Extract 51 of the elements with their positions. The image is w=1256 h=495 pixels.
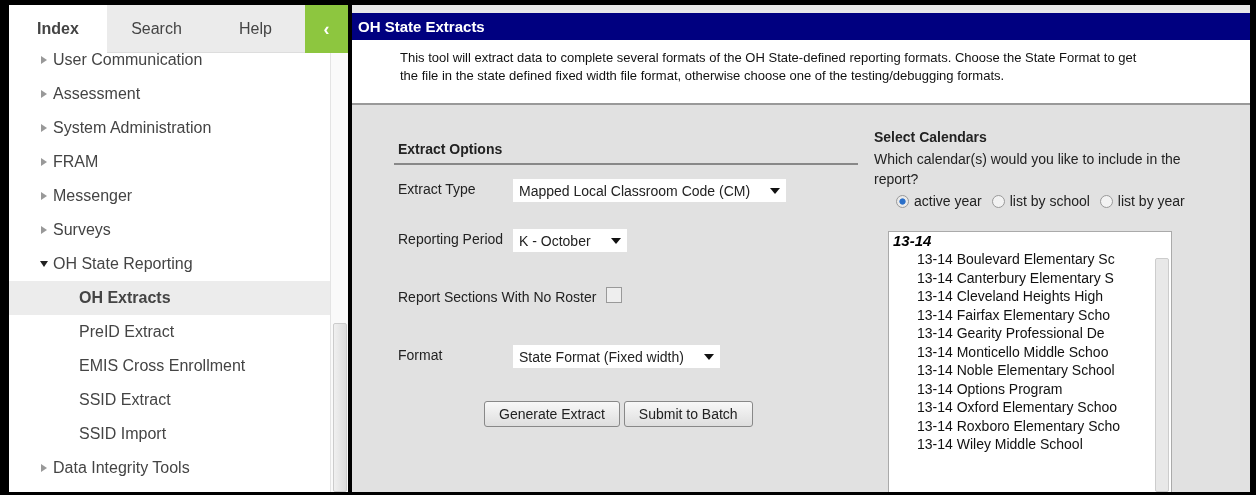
list-item[interactable]: 13-14 Boulevard Elementary Sc	[893, 250, 1153, 269]
list-item[interactable]: 13-14 Roxboro Elementary Scho	[893, 416, 1153, 435]
tree-item[interactable]: OH State Reporting	[9, 247, 330, 281]
list-item[interactable]: 13-14 Wiley Middle School	[893, 435, 1153, 454]
panel-title: OH State Extracts	[352, 13, 1250, 40]
radio-label: list by school	[1009, 193, 1090, 209]
radio-button[interactable]	[991, 194, 1005, 208]
field-label: Reporting Period	[398, 230, 505, 249]
tree-item[interactable]: SSID Extract	[9, 383, 330, 417]
tree-item[interactable]: PreID Extract	[9, 315, 330, 349]
checkbox[interactable]	[606, 287, 623, 303]
list-item[interactable]: 13-14 Noble Elementary School	[893, 361, 1153, 380]
caret-icon	[703, 353, 714, 360]
radio-button[interactable]	[1099, 194, 1113, 208]
dropdown[interactable]: Mapped Local Classroom Code (CM)	[513, 179, 787, 202]
tree-item[interactable]: Data Integrity Tools	[9, 451, 330, 485]
caret-icon	[770, 187, 781, 194]
tree-item[interactable]: Messenger	[9, 179, 330, 213]
list-item[interactable]: 13-14 Fairfax Elementary Scho	[893, 305, 1153, 324]
section-heading: Extract Options	[394, 141, 858, 165]
tree-item[interactable]: Surveys	[9, 213, 330, 247]
list-item[interactable]: 13-14 Options Program	[893, 379, 1153, 398]
action-button[interactable]: Submit to Batch	[623, 401, 753, 427]
group-heading: 13-14	[893, 232, 933, 250]
caret-icon	[610, 237, 621, 244]
radio-label: list by year	[1117, 193, 1185, 209]
sidebar-tab[interactable]: Search	[107, 5, 206, 53]
field-label: Format	[398, 346, 444, 365]
scrollbar[interactable]	[330, 53, 348, 492]
field-label: Report Sections With No Roster	[398, 288, 597, 307]
tree-item[interactable]: SSID Import	[9, 417, 330, 451]
radio-label: active year	[914, 193, 982, 209]
list-item[interactable]: 13-14 Oxford Elementary Schoo	[893, 398, 1153, 417]
list-item[interactable]: 13-14 Canterbury Elementary S	[893, 268, 1153, 287]
radio-button[interactable]	[896, 194, 909, 208]
tree-item[interactable]: User Communication	[9, 53, 330, 77]
list-item[interactable]: 13-14 Monticello Middle Schoo	[893, 342, 1153, 361]
tree-item[interactable]: OH Extracts	[9, 281, 330, 315]
dropdown[interactable]: State Format (Fixed width)	[513, 345, 720, 368]
tree-item[interactable]: System Administration	[9, 111, 330, 145]
list-item[interactable]: 13-14 Cleveland Heights High	[893, 287, 1153, 306]
tree-item[interactable]: EMIS Cross Enrollment	[9, 349, 330, 383]
dropdown[interactable]: K - October	[513, 229, 627, 252]
field-label: Extract Type	[398, 180, 477, 199]
list-item[interactable]: 13-14 Gearity Professional De	[893, 324, 1153, 343]
question-text: Which calendar(s) would you like to include in the report?	[874, 150, 1182, 189]
sidebar-tab[interactable]: Help	[206, 5, 305, 53]
tree-item[interactable]: Assessment	[9, 77, 330, 111]
tree-item[interactable]: FRAM	[9, 145, 330, 179]
section-heading: Select Calendars	[874, 129, 988, 145]
action-button[interactable]: Generate Extract	[484, 401, 620, 427]
